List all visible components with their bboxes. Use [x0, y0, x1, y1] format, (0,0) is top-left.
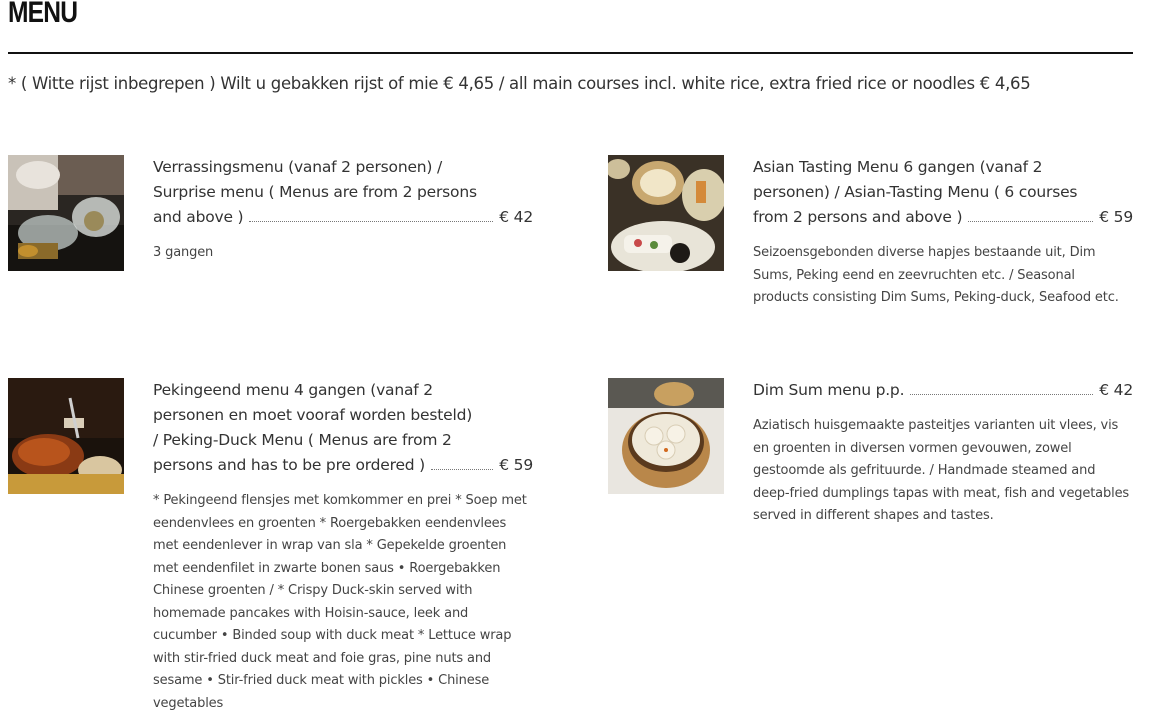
menu-item-name-line: Dim Sum menu p.p.	[753, 381, 905, 399]
menu-item-name-line: Surprise menu ( Menus are from 2 persons	[153, 183, 477, 201]
dotted-leader	[249, 220, 494, 222]
page-title: MENU	[8, 0, 78, 29]
dotted-leader	[431, 468, 494, 470]
menu-item-name-line: from 2 persons and above )	[753, 208, 963, 226]
menu-item-body: Asian Tasting Menu 6 gangen (vanaf 2 per…	[753, 155, 1133, 310]
dotted-leader	[968, 220, 1094, 222]
price-row: Dim Sum menu p.p. € 42	[753, 378, 1133, 403]
menu-item-name-line: / Peking-Duck Menu ( Menus are from 2	[153, 431, 452, 449]
menu-item-name-line: and above )	[153, 208, 244, 226]
tasting-platter-photo	[608, 155, 724, 271]
menu-item-name: Dim Sum menu p.p. € 42	[753, 378, 1133, 403]
menu-item-description: * Pekingeend flensjes met komkommer en p…	[153, 493, 527, 711]
price-row: from 2 persons and above ) € 59	[753, 205, 1133, 230]
menu-item-description: Seizoensgebonden diverse hapjes bestaand…	[753, 245, 1119, 305]
menu-item-name-line: Asian Tasting Menu 6 gangen (vanaf 2	[753, 158, 1043, 176]
menu-item-price: € 59	[499, 456, 533, 474]
chef-plating-photo	[8, 155, 124, 271]
menu-item-name-line: personen en moet vooraf worden besteld)	[153, 406, 473, 424]
menu-item-body: Dim Sum menu p.p. € 42 Aziatisch huisgem…	[753, 378, 1133, 528]
dotted-leader	[910, 393, 1094, 395]
menu-item-body: Verrassingsmenu (vanaf 2 personen) / Sur…	[153, 155, 533, 265]
title-divider	[8, 52, 1133, 54]
price-row: and above ) € 42	[153, 205, 533, 230]
menu-item-description: 3 gangen	[153, 245, 214, 260]
menu-item-body: Pekingeend menu 4 gangen (vanaf 2 person…	[153, 378, 533, 715]
menu-item-description: Aziatisch huisgemaakte pasteitjes varian…	[753, 418, 1130, 523]
dim-sum-basket-photo	[608, 378, 724, 494]
menu-item-price: € 42	[499, 208, 533, 226]
menu-item-name: Asian Tasting Menu 6 gangen (vanaf 2 per…	[753, 155, 1133, 230]
menu-item-name-line: persons and has to be pre ordered )	[153, 456, 426, 474]
price-row: persons and has to be pre ordered ) € 59	[153, 453, 533, 478]
menu-item-name: Verrassingsmenu (vanaf 2 personen) / Sur…	[153, 155, 533, 230]
rice-note: * ( Witte rijst inbegrepen ) Wilt u geba…	[8, 74, 1031, 93]
menu-item-name: Pekingeend menu 4 gangen (vanaf 2 person…	[153, 378, 533, 478]
peking-duck-photo	[8, 378, 124, 494]
menu-item-name-line: Verrassingsmenu (vanaf 2 personen) /	[153, 158, 443, 176]
menu-item-price: € 42	[1099, 381, 1133, 399]
menu-item-price: € 59	[1099, 208, 1133, 226]
menu-item-name-line: personen) / Asian-Tasting Menu ( 6 cours…	[753, 183, 1078, 201]
menu-item-name-line: Pekingeend menu 4 gangen (vanaf 2	[153, 381, 433, 399]
